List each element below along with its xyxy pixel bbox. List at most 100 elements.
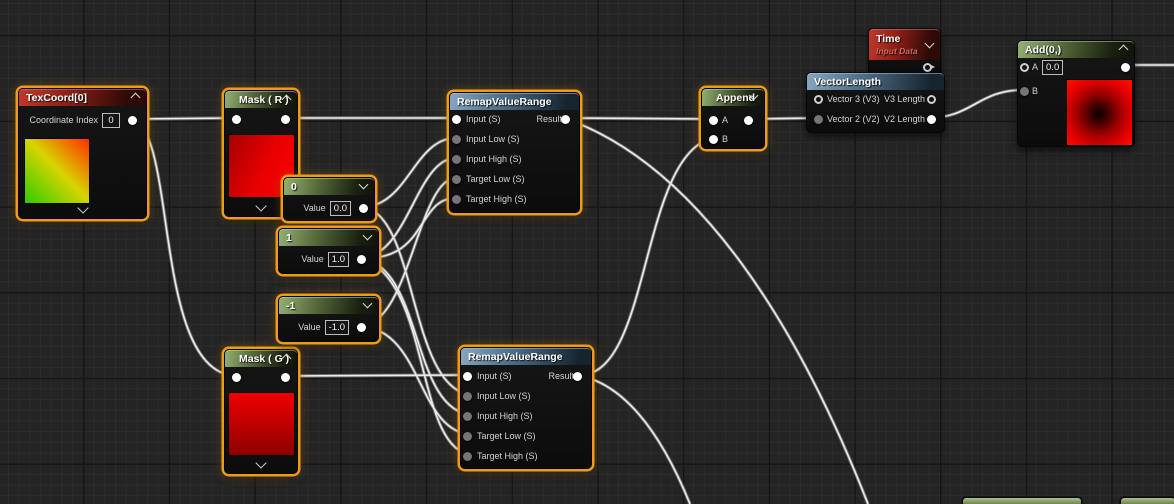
value-field[interactable]: 1.0 [328, 252, 349, 267]
node-offscreen-2[interactable] [1120, 497, 1174, 504]
input-pin[interactable] [232, 373, 241, 382]
node-title: VectorLength [814, 76, 881, 88]
input-pin-b[interactable] [709, 135, 718, 144]
output-pin[interactable] [923, 63, 932, 72]
pin-label: Target High (S) [477, 451, 538, 461]
node-header[interactable]: RemapValueRange [461, 348, 591, 365]
value-label: Value [301, 254, 323, 264]
value-field[interactable]: 0.0 [330, 201, 351, 216]
node-append[interactable]: Append A B [701, 88, 765, 149]
node-subtitle: Input Data [876, 46, 918, 56]
node-title: Add(0,) [1025, 44, 1061, 56]
output-pin[interactable] [1121, 63, 1130, 72]
node-header[interactable]: 0 [284, 178, 374, 195]
a-value-field[interactable]: 0.0 [1042, 60, 1063, 75]
expand-preview-icon[interactable] [255, 200, 266, 211]
input-pin-a[interactable] [1020, 63, 1029, 72]
node-constant-1[interactable]: 1 Value 1.0 [278, 228, 379, 274]
input-pin-v2[interactable] [814, 115, 823, 124]
node-remap-value-range-1[interactable]: RemapValueRange Input (S) Result Input L… [449, 92, 580, 213]
pin-label: B [722, 134, 728, 144]
pin-label: Input High (S) [466, 154, 522, 164]
input-pin[interactable] [463, 432, 472, 441]
node-title: 0 [291, 181, 297, 193]
node-header[interactable]: -1 [279, 297, 378, 314]
node-vector-length[interactable]: VectorLength Vector 3 (V3) V3 Length Vec… [806, 72, 945, 133]
pin-label: Input (S) [477, 371, 512, 381]
input-pin[interactable] [232, 115, 241, 124]
output-pin[interactable] [573, 372, 582, 381]
material-graph-canvas[interactable]: TexCoord[0] Coordinate Index 0 Mask ( R … [0, 0, 1174, 504]
pin-label: Target Low (S) [477, 431, 536, 441]
node-constant-0[interactable]: 0 Value 0.0 [283, 177, 375, 221]
node-title: RemapValueRange [468, 351, 563, 363]
expand-preview-icon[interactable] [255, 457, 266, 468]
value-label: Value [303, 203, 325, 213]
value-field[interactable]: -1.0 [325, 320, 349, 335]
input-pin[interactable] [463, 392, 472, 401]
coordinate-index-label: Coordinate Index [29, 115, 98, 125]
output-pin-v2-length[interactable] [927, 115, 936, 124]
output-pin[interactable] [357, 323, 366, 332]
node-title: -1 [286, 300, 295, 312]
collapse-icon[interactable] [131, 93, 141, 103]
input-pin[interactable] [452, 195, 461, 204]
pin-label: Target High (S) [466, 194, 527, 204]
input-pin[interactable] [452, 115, 461, 124]
output-pin[interactable] [744, 116, 753, 125]
input-pin[interactable] [452, 155, 461, 164]
node-header[interactable]: Mask ( R ) [225, 91, 297, 108]
value-label: Value [298, 322, 320, 332]
pin-label: A [1032, 62, 1038, 72]
result-label: Result [536, 114, 562, 124]
input-pin-v3[interactable] [814, 95, 823, 104]
coordinate-index-field[interactable]: 0 [102, 113, 120, 128]
node-offscreen-1[interactable] [962, 497, 1082, 504]
uv-preview [24, 138, 90, 204]
node-mask-g[interactable]: Mask ( G ) [224, 349, 298, 474]
node-header[interactable]: 1 [279, 229, 378, 246]
pin-label: Vector 3 (V3) [827, 94, 880, 104]
input-pin[interactable] [452, 175, 461, 184]
result-label: Result [548, 371, 574, 381]
node-header[interactable]: RemapValueRange [450, 93, 579, 110]
node-header[interactable]: Time Input Data [869, 29, 940, 60]
input-pin-a[interactable] [709, 116, 718, 125]
collapse-icon[interactable] [1119, 45, 1129, 55]
pin-label: Input (S) [466, 114, 501, 124]
output-pin[interactable] [359, 204, 368, 213]
expand-icon[interactable] [925, 39, 935, 49]
node-remap-value-range-2[interactable]: RemapValueRange Input (S) Result Input L… [460, 347, 592, 469]
pin-label: Vector 2 (V2) [827, 114, 880, 124]
node-title: Time [876, 33, 900, 45]
output-pin[interactable] [281, 373, 290, 382]
expand-icon[interactable] [359, 180, 369, 190]
expand-icon[interactable] [363, 231, 373, 241]
output-pin[interactable] [281, 115, 290, 124]
output-pin[interactable] [561, 115, 570, 124]
node-constant-neg1[interactable]: -1 Value -1.0 [278, 296, 379, 342]
input-pin[interactable] [463, 372, 472, 381]
input-pin[interactable] [463, 452, 472, 461]
output-pin[interactable] [357, 255, 366, 264]
output-pin-v3-length[interactable] [927, 95, 936, 104]
expand-preview-icon[interactable] [77, 202, 88, 213]
node-header[interactable]: Mask ( G ) [225, 350, 297, 367]
pin-label: V3 Length [884, 94, 925, 104]
pin-label: Input Low (S) [477, 391, 531, 401]
input-pin-b[interactable] [1020, 87, 1029, 96]
node-time[interactable]: Time Input Data [868, 28, 941, 76]
node-add[interactable]: Add(0,) A 0.0 B [1017, 40, 1135, 147]
pin-label: V2 Length [884, 114, 925, 124]
input-pin[interactable] [452, 135, 461, 144]
node-header[interactable]: Add(0,) [1018, 41, 1134, 58]
pin-label: Input High (S) [477, 411, 533, 421]
node-texcoord[interactable]: TexCoord[0] Coordinate Index 0 [18, 88, 147, 219]
node-header[interactable]: Append [702, 89, 764, 106]
expand-icon[interactable] [363, 299, 373, 309]
node-title: RemapValueRange [457, 96, 552, 108]
node-header[interactable]: TexCoord[0] [19, 89, 146, 106]
node-header[interactable]: VectorLength [807, 73, 944, 90]
input-pin[interactable] [463, 412, 472, 421]
output-pin[interactable] [128, 116, 137, 125]
